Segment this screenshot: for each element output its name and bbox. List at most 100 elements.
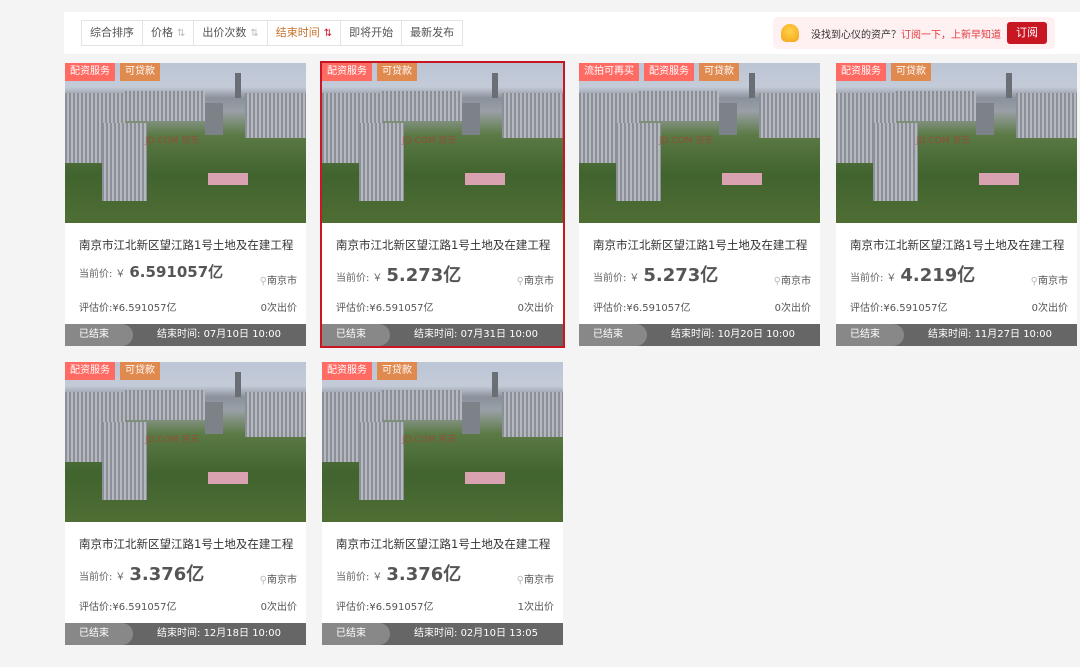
bid-count: 0次出价 — [1031, 303, 1068, 314]
sort-arrows-icon: ⇅ — [323, 28, 333, 39]
subscribe-highlight: 订阅一下，上新早知道 — [901, 29, 1001, 41]
sort-label: 价格 — [151, 26, 173, 39]
estimate-price: 评估价:¥6.591057亿 — [79, 602, 177, 613]
location-pin-icon: ⚲ — [259, 575, 267, 586]
tag-list: 配资服务 可贷款 — [322, 362, 417, 380]
bell-icon — [781, 24, 799, 42]
price-label: 当前价: — [336, 572, 370, 583]
location-pin-icon: ⚲ — [1030, 276, 1038, 287]
card-footer: 已结束 结束时间: 12月18日 10:00 — [65, 623, 306, 645]
tag: 可贷款 — [120, 63, 160, 81]
status-badge: 已结束 — [65, 324, 133, 346]
tag-list: 配资服务 可贷款 — [322, 63, 417, 81]
current-price: 5.273亿 — [386, 265, 462, 286]
location-pin-icon: ⚲ — [259, 276, 267, 287]
auction-card[interactable]: JD.COM 京东 配资服务 可贷款 南京市江北新区望江路1号土地及在建工程 当前… — [836, 63, 1077, 346]
watermark: JD.COM 京东 — [402, 435, 457, 445]
location: 南京市 — [267, 575, 297, 586]
end-label: 结束时间: — [157, 329, 204, 340]
end-time: 07月31日 10:00 — [460, 329, 539, 340]
end-label: 结束时间: — [157, 628, 204, 639]
location-pin-icon: ⚲ — [516, 276, 524, 287]
sort-option[interactable]: 结束时间 ⇅ — [268, 21, 342, 45]
status-badge: 已结束 — [322, 623, 390, 645]
sort-option[interactable]: 最新发布 — [402, 21, 462, 45]
tag: 可贷款 — [891, 63, 931, 81]
estimate-price: 评估价:¥6.591057亿 — [336, 602, 434, 613]
status-badge: 已结束 — [322, 324, 390, 346]
auction-card[interactable]: JD.COM 京东 配资服务 可贷款 南京市江北新区望江路1号土地及在建工程 当前… — [65, 63, 306, 346]
price-label: 当前价: — [79, 572, 113, 583]
subscribe-button[interactable]: 订阅 — [1007, 22, 1047, 44]
location: 南京市 — [524, 276, 554, 287]
end-time: 10月20日 10:00 — [717, 329, 796, 340]
watermark: JD.COM 京东 — [916, 136, 971, 146]
property-image[interactable]: JD.COM 京东 配资服务 可贷款 — [836, 63, 1077, 223]
location: 南京市 — [267, 276, 297, 287]
card-title[interactable]: 南京市江北新区望江路1号土地及在建工程 — [336, 237, 550, 253]
end-time: 12月18日 10:00 — [203, 628, 282, 639]
bid-count: 1次出价 — [517, 602, 554, 613]
tag: 配资服务 — [65, 63, 115, 81]
watermark: JD.COM 京东 — [659, 136, 714, 146]
watermark: JD.COM 京东 — [145, 435, 200, 445]
sort-option[interactable]: 出价次数 ⇅ — [194, 21, 268, 45]
sort-option[interactable]: 即将开始 — [341, 21, 403, 45]
current-price: 3.376亿 — [129, 564, 205, 585]
card-title[interactable]: 南京市江北新区望江路1号土地及在建工程 — [850, 237, 1064, 253]
sort-option[interactable]: 综合排序 — [82, 21, 143, 45]
tag: 可贷款 — [377, 63, 417, 81]
status-badge: 已结束 — [65, 623, 133, 645]
toolbar: 综合排序 价格 ⇅ 出价次数 ⇅ 结束时间 ⇅ 即将开始 最新发布 没找到心仪的资产？订阅一下，… — [64, 12, 1080, 54]
sort-arrows-icon: ⇅ — [177, 28, 186, 39]
property-image[interactable]: JD.COM 京东 配资服务 可贷款 — [65, 362, 306, 522]
tag: 配资服务 — [322, 63, 372, 81]
end-time: 11月27日 10:00 — [974, 329, 1053, 340]
current-price: 5.273亿 — [643, 265, 719, 286]
price-label: 当前价: — [593, 273, 627, 284]
watermark: JD.COM 京东 — [145, 136, 200, 146]
price-label: 当前价: — [79, 269, 113, 280]
auction-card[interactable]: JD.COM 京东 配资服务 可贷款 南京市江北新区望江路1号土地及在建工程 当前… — [320, 61, 565, 348]
tag-list: 配资服务 可贷款 — [836, 63, 931, 81]
location: 南京市 — [1038, 276, 1068, 287]
end-label: 结束时间: — [414, 329, 461, 340]
property-image[interactable]: JD.COM 京东 配资服务 可贷款 — [322, 362, 563, 522]
sort-label: 出价次数 — [202, 26, 247, 39]
current-price: 3.376亿 — [386, 564, 462, 585]
tag: 可贷款 — [377, 362, 417, 380]
property-image[interactable]: JD.COM 京东 配资服务 可贷款 — [65, 63, 306, 223]
subscribe-text: 没找到心仪的资产？ — [811, 29, 901, 41]
sort-label: 综合排序 — [90, 26, 134, 39]
card-title[interactable]: 南京市江北新区望江路1号土地及在建工程 — [336, 536, 550, 552]
status-badge: 已结束 — [579, 324, 647, 346]
tag: 配资服务 — [836, 63, 886, 81]
card-title[interactable]: 南京市江北新区望江路1号土地及在建工程 — [79, 237, 293, 253]
bid-count: 0次出价 — [260, 602, 297, 613]
card-title[interactable]: 南京市江北新区望江路1号土地及在建工程 — [79, 536, 293, 552]
sort-bar: 综合排序 价格 ⇅ 出价次数 ⇅ 结束时间 ⇅ 即将开始 最新发布 — [81, 20, 464, 46]
auction-card[interactable]: JD.COM 京东 配资服务 可贷款 南京市江北新区望江路1号土地及在建工程 当前… — [65, 362, 306, 645]
card-footer: 已结束 结束时间: 07月10日 10:00 — [65, 324, 306, 346]
sort-option[interactable]: 价格 ⇅ — [143, 21, 195, 45]
sort-label: 即将开始 — [349, 26, 394, 39]
end-time: 02月10日 13:05 — [460, 628, 539, 639]
end-label: 结束时间: — [928, 329, 975, 340]
end-label: 结束时间: — [671, 329, 718, 340]
sort-label: 结束时间 — [275, 26, 320, 39]
location: 南京市 — [524, 575, 554, 586]
subscribe-banner: 没找到心仪的资产？订阅一下，上新早知道 订阅 — [773, 17, 1055, 49]
auction-card[interactable]: JD.COM 京东 配资服务 可贷款 南京市江北新区望江路1号土地及在建工程 当前… — [322, 362, 563, 645]
tag: 配资服务 — [65, 362, 115, 380]
property-image[interactable]: JD.COM 京东 配资服务 可贷款 — [322, 63, 563, 223]
auction-card[interactable]: JD.COM 京东 流拍可再买 配资服务 可贷款 南京市江北新区望江路1号土地及在建… — [579, 63, 820, 346]
card-title[interactable]: 南京市江北新区望江路1号土地及在建工程 — [593, 237, 807, 253]
estimate-price: 评估价:¥6.591057亿 — [79, 303, 177, 314]
bid-count: 0次出价 — [260, 303, 297, 314]
estimate-price: 评估价:¥6.591057亿 — [850, 303, 948, 314]
sort-label: 最新发布 — [410, 26, 455, 39]
location: 南京市 — [781, 276, 811, 287]
estimate-price: 评估价:¥6.591057亿 — [593, 303, 691, 314]
property-image[interactable]: JD.COM 京东 流拍可再买 配资服务 可贷款 — [579, 63, 820, 223]
current-price: 6.591057亿 — [129, 263, 224, 281]
